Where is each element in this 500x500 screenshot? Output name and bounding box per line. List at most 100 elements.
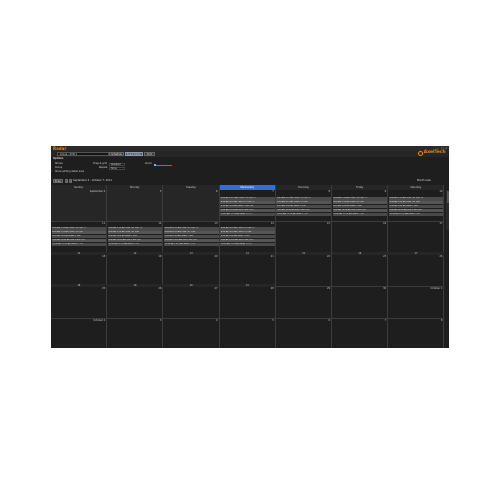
day-cell[interactable]: 17 17	[388, 222, 445, 255]
event-item[interactable]: 10:30 AM 11:15 AM News 1 (TV)	[276, 212, 331, 217]
day-cell[interactable]: 30	[332, 287, 389, 319]
schedule-button[interactable]: Schedule	[109, 152, 124, 156]
day-number: 24	[439, 255, 443, 258]
zoom-slider-handle[interactable]	[154, 163, 156, 167]
drag-grid-field[interactable]: Disabled	[109, 162, 125, 166]
event-item[interactable]: 10:30 AM 11:15 AM News 1 (TV)	[220, 212, 275, 217]
day-cell[interactable]: 14 8:00 AM 9:15 AM Child TV3 (Q4) TV 8:30 …	[219, 222, 276, 255]
event-item[interactable]: 10:30 AM 11:15 AM News 1 (TV)	[388, 212, 444, 217]
day-number: 27	[214, 287, 218, 290]
day-number: 4	[216, 319, 218, 322]
day-cell[interactable]: 7	[332, 319, 389, 348]
day-number: 9	[384, 190, 387, 193]
day-number: 21	[270, 255, 274, 258]
day-number: September 4	[89, 190, 106, 193]
zoom-slider[interactable]	[154, 164, 172, 166]
day-number: 17	[439, 222, 443, 225]
event-item[interactable]: 10:30 AM 11:15 AM News 1 (TV)	[220, 242, 275, 247]
day-cell[interactable]: 4	[163, 319, 220, 348]
day-number: 8	[328, 190, 330, 193]
day-number: 30	[383, 287, 387, 290]
day-cell[interactable]: 8 8:00 AM 9:15 AM Child TV3 (Q4) TV 8:30 A…	[275, 190, 332, 222]
day-cell[interactable]: 29	[275, 287, 332, 319]
day-cell[interactable]: 11 8:00 AM 9:15 AM Child TV3 (Q4) TV 8:30 …	[51, 222, 108, 255]
day-cell[interactable]: 12 8:00 AM 9:15 AM Child TV3 (Q4) TV 8:30 …	[107, 222, 164, 255]
day-number: 18	[102, 255, 106, 258]
day-number: 8	[440, 319, 443, 322]
day-number: 10	[439, 190, 443, 193]
event-item[interactable]: 10:30 AM 11:15 AM News 1 (TV)	[332, 212, 388, 217]
next-button[interactable]: >	[69, 179, 72, 183]
day-cell[interactable]: 25	[51, 287, 108, 319]
day-cell[interactable]: 20 20	[163, 255, 220, 287]
app-window: Radar – □ × Group - SVN 1 Schedule Event…	[51, 146, 449, 348]
group-combo[interactable]: Group - SVN 1	[57, 152, 109, 156]
day-number: 13	[214, 222, 218, 225]
event-item[interactable]: 10:30 AM 11:15 AM News 1 (TV)	[163, 242, 219, 247]
day-number: 12	[158, 222, 162, 225]
day-cell[interactable]: 15 15	[275, 222, 332, 255]
day-cell[interactable]: 27	[163, 287, 220, 319]
logo-icon	[418, 151, 423, 156]
day-number: 20	[214, 255, 218, 258]
day-cell[interactable]: 26	[107, 287, 164, 319]
day-number: 15	[326, 222, 330, 225]
day-cell[interactable]: 23	[332, 255, 389, 287]
option-show-editing[interactable]: Show editing detail area	[55, 170, 84, 173]
day-cell[interactable]: 10 8:00 AM 9:15 AM Child TV3 (Q4) TV 8:30 …	[388, 190, 445, 222]
day-cell[interactable]: 18 18	[51, 255, 108, 287]
logo-text: AxelTech	[423, 150, 446, 156]
day-cell[interactable]: 3	[107, 319, 164, 348]
zoom-label: Zoom	[145, 162, 152, 165]
day-number: 7	[272, 190, 274, 193]
repeat-field[interactable]: None	[109, 166, 125, 170]
day-number: 23	[383, 255, 387, 258]
day-cell[interactable]: 5	[219, 319, 276, 348]
day-number: 26	[158, 287, 162, 290]
prev-button[interactable]: <	[65, 179, 68, 183]
options-title: Options	[53, 157, 64, 160]
event-item[interactable]: 10:30 AM 11:15 AM News 1 (TV)	[107, 242, 163, 247]
day-number: 6	[328, 319, 330, 322]
day-number: 7	[384, 319, 387, 322]
month-view-toggle[interactable]: Month view	[417, 179, 431, 182]
day-cell[interactable]: 13 8:00 AM 9:15 AM Child TV3 (Q4) TV 8:30 …	[163, 222, 220, 255]
day-number: 22	[326, 255, 330, 258]
day-number: 16	[383, 222, 387, 225]
today-button[interactable]: Today	[53, 179, 63, 183]
day-cell[interactable]: 19 19	[107, 255, 164, 287]
axeltech-logo: AxelTech	[418, 150, 446, 157]
day-number: 3	[159, 319, 162, 322]
day-number: 28	[270, 287, 274, 290]
day-number: October 1	[430, 287, 443, 290]
day-number: 5	[159, 190, 162, 193]
day-cell[interactable]: 6	[163, 190, 220, 222]
day-cell[interactable]: October 2	[51, 319, 108, 348]
date-range: September 4 - October 7, 2011	[73, 179, 113, 182]
day-cell[interactable]: September 4	[51, 190, 108, 222]
options-panel: Options Shows Group Show editing detail …	[51, 157, 449, 177]
day-cell[interactable]: 21 21	[219, 255, 276, 287]
scrollbar-thumb[interactable]	[446, 191, 449, 203]
day-number: October 2	[93, 319, 106, 322]
app-title: Radar	[53, 146, 67, 151]
day-number: 25	[102, 287, 106, 290]
day-cell[interactable]: 5	[107, 190, 164, 222]
event-editor-button[interactable]: Event Editor	[125, 152, 143, 156]
day-cell[interactable]: 24	[388, 255, 445, 287]
day-number: 29	[326, 287, 330, 290]
day-number: 14	[270, 222, 274, 225]
day-cell[interactable]: 16 16	[332, 222, 389, 255]
day-cell[interactable]: October 1	[388, 287, 445, 319]
repeat-label: Repeat	[99, 166, 108, 169]
day-number: 6	[216, 190, 218, 193]
day-cell[interactable]: 6	[275, 319, 332, 348]
print-button[interactable]: Print	[144, 152, 155, 156]
day-cell[interactable]: 9 8:00 AM 9:15 AM Child TV3 (Q4) TV 8:30 A…	[332, 190, 389, 222]
day-cell[interactable]: 7 8:00 AM 10:15 AM Child TV3 (Q4) TV 8:30 …	[219, 190, 276, 222]
day-cell[interactable]: 8	[388, 319, 445, 348]
event-item[interactable]: 10:30 AM 11:15 AM News 1 (TV)	[51, 242, 107, 247]
day-cell[interactable]: 22	[275, 255, 332, 287]
day-number: 5	[272, 319, 274, 322]
day-cell[interactable]: 28	[219, 287, 276, 319]
